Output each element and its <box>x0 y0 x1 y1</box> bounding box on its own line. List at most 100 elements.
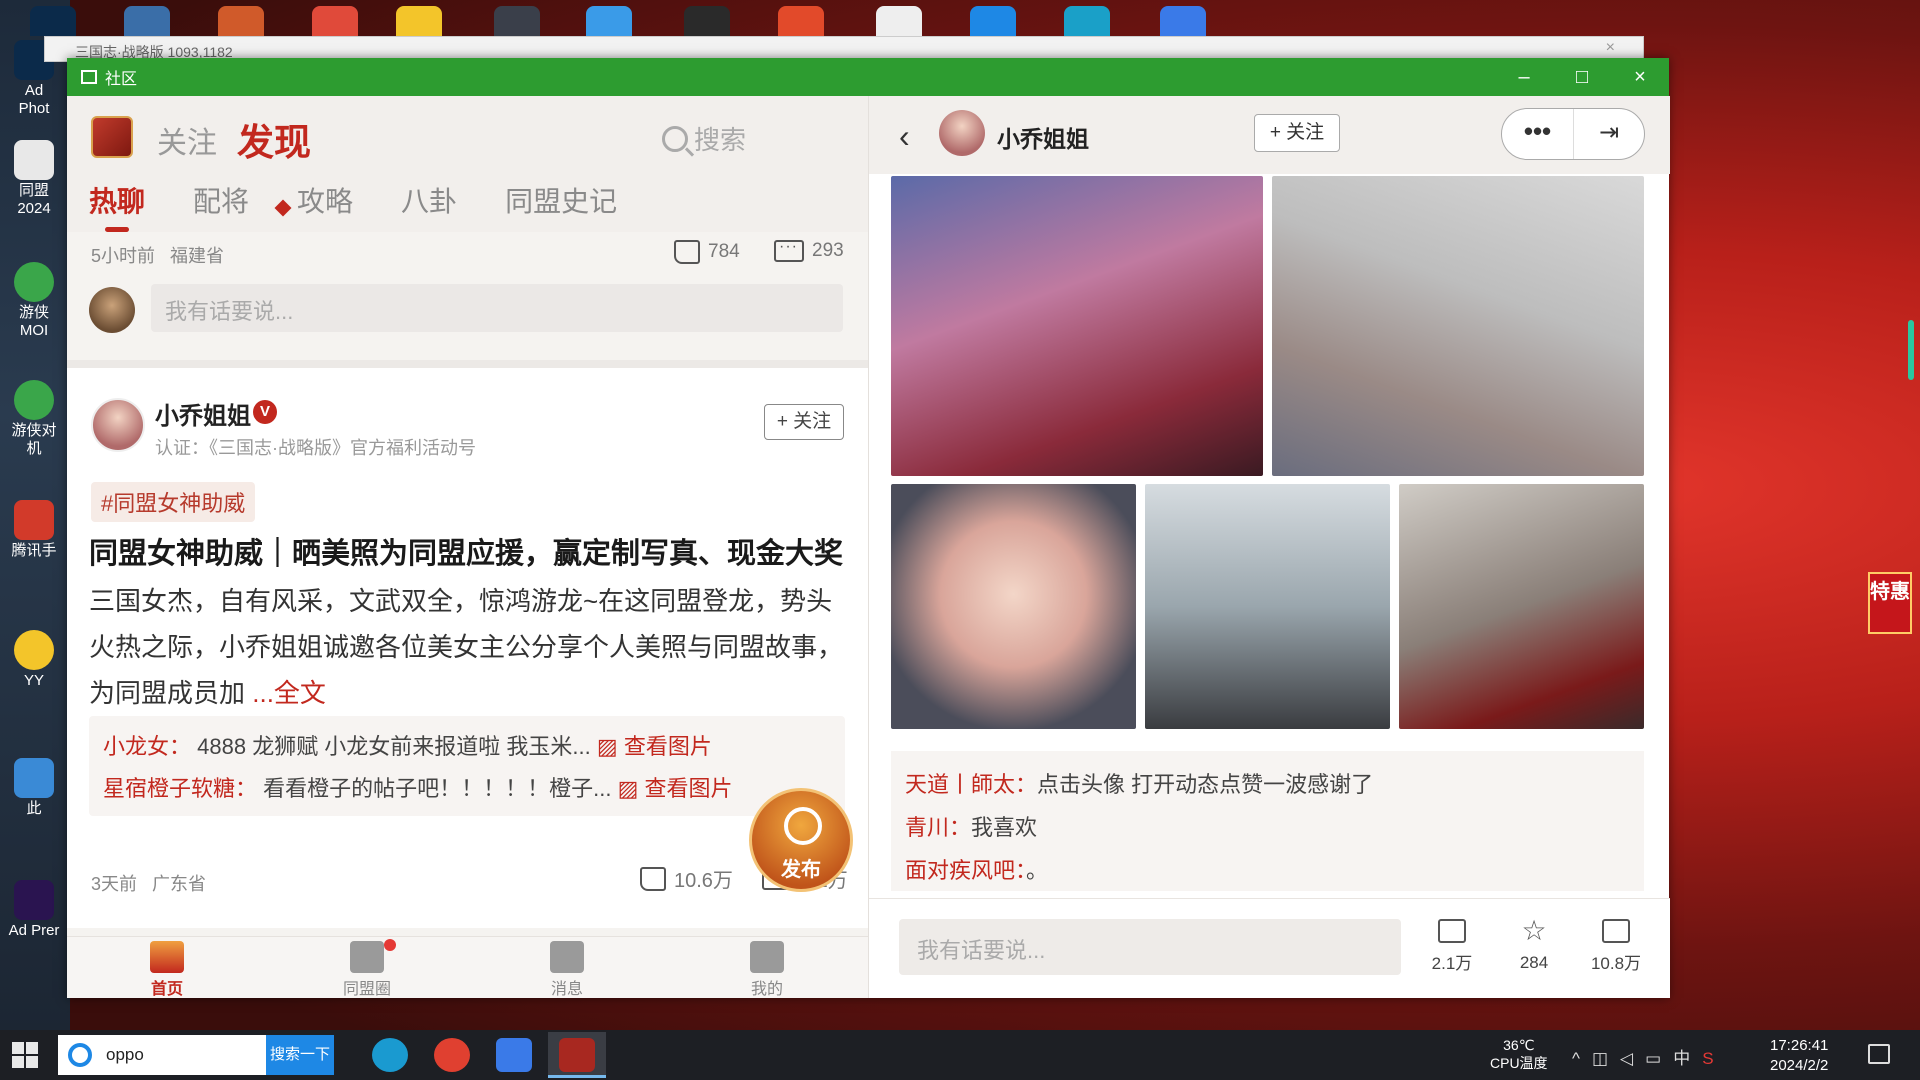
camera-icon[interactable]: ◫ <box>1592 1049 1620 1068</box>
desktop-icon-this-pc[interactable]: 此 <box>8 758 60 818</box>
volume-icon[interactable]: ◁ <box>1620 1049 1645 1068</box>
comment-item[interactable]: 青川：我喜欢 <box>905 806 1630 849</box>
view-image-link[interactable]: 查看图片 <box>624 734 712 759</box>
like-button[interactable]: 10.6万 <box>640 864 733 893</box>
tab-guides[interactable]: 攻略 <box>297 180 353 220</box>
scroll-indicator[interactable] <box>1908 320 1914 380</box>
comment-user[interactable]: 青川： <box>905 815 971 840</box>
author-name[interactable]: 小乔姐姐 <box>997 120 1089 154</box>
taskbar-active-app[interactable] <box>548 1032 606 1078</box>
close-icon[interactable]: × <box>1606 39 1615 57</box>
nav-home[interactable]: 首页 <box>67 937 267 998</box>
desktop-icon-alliance[interactable]: 同盟 2024 <box>8 140 60 218</box>
comment-item[interactable]: 面对疾风吧：。 <box>905 849 1630 892</box>
post-photo[interactable] <box>891 484 1136 729</box>
favorite-button[interactable]: ☆ 284 <box>1499 917 1569 973</box>
app-icon[interactable] <box>876 6 922 36</box>
comment-button[interactable]: 293 <box>774 238 844 262</box>
post-title[interactable]: 同盟女神助威｜晒美照为同盟应援，赢定制写真、现金大奖 <box>89 530 843 572</box>
tab-gossip[interactable]: 八卦 <box>401 180 457 220</box>
comment-user[interactable]: 天道丨師太： <box>905 772 1037 797</box>
tab-alliance-history[interactable]: 同盟史记 <box>505 180 617 220</box>
read-more-link[interactable]: ...全文 <box>252 678 326 708</box>
like-button[interactable]: 10.8万 <box>1581 919 1651 974</box>
post-photo[interactable] <box>1145 484 1390 729</box>
nav-me[interactable]: 我的 <box>667 937 867 998</box>
comments-stat-button[interactable]: 2.1万 <box>1417 919 1487 974</box>
tab-follow[interactable]: 关注 <box>157 118 217 162</box>
taskbar-search-input[interactable]: oppo <box>58 1035 266 1075</box>
search-text: oppo <box>106 1045 144 1064</box>
app-icon[interactable] <box>494 6 540 36</box>
close-button[interactable]: × <box>1611 58 1669 96</box>
nav-messages[interactable]: 消息 <box>467 937 667 998</box>
window-titlebar[interactable]: 社区 – □ × <box>67 58 1669 96</box>
publish-button[interactable]: 发布 <box>749 788 853 892</box>
system-tray[interactable]: ^◫◁▭中S <box>1572 1044 1726 1069</box>
author-avatar[interactable] <box>91 398 145 452</box>
app-icon[interactable] <box>1064 6 1110 36</box>
search-button[interactable]: 搜索一下 <box>266 1035 334 1075</box>
post-photo[interactable] <box>891 176 1263 476</box>
search-input[interactable]: 搜索 <box>662 120 746 157</box>
chrome-icon[interactable] <box>434 1038 470 1072</box>
author-avatar[interactable] <box>939 110 985 156</box>
ime-indicator[interactable]: 中 <box>1673 1049 1702 1068</box>
minimize-button[interactable]: – <box>1495 58 1553 96</box>
app-icon[interactable] <box>970 6 1016 36</box>
app-icon[interactable] <box>1160 6 1206 36</box>
app-icon[interactable] <box>124 6 170 36</box>
windows-start-icon[interactable] <box>12 1042 38 1068</box>
comment-preview[interactable]: 小龙女： 4888 龙狮赋 小龙女前来报道啦 我玉米... ▨ 查看图片 <box>103 726 831 768</box>
comment-input[interactable]: 我有话要说... <box>151 284 843 332</box>
comment-item[interactable]: 天道丨師太：点击头像 打开动态点赞一波感谢了 <box>905 763 1630 806</box>
app-icon[interactable] <box>218 6 264 36</box>
comment-preview[interactable]: 星宿橙子软糖： 看看橙子的帖子吧！！！！！橙子... ▨ 查看图片 <box>103 768 831 810</box>
post-photo[interactable] <box>1272 176 1644 476</box>
notification-icon[interactable] <box>1868 1044 1890 1064</box>
app-logo[interactable] <box>91 116 133 158</box>
desktop-icon-youxia-moi[interactable]: 游侠 MOI <box>8 262 60 340</box>
like-button[interactable]: 784 <box>674 240 740 264</box>
post-body[interactable]: 三国女杰，自有风采，文武双全，惊鸿游龙~在这同盟登龙，势头火热之际，小乔姐姐诚邀… <box>89 578 849 716</box>
clock[interactable]: 17:26:41 2024/2/2 <box>1770 1036 1828 1076</box>
more-options-button[interactable]: ••• <box>1502 109 1574 159</box>
avatar[interactable] <box>89 287 135 333</box>
desktop-icon-yy[interactable]: YY <box>8 630 60 690</box>
app-icon[interactable] <box>586 6 632 36</box>
desktop-icon-tencent[interactable]: 腾讯手 <box>8 500 60 560</box>
post-card[interactable]: 小乔姐姐 V 认证：《三国志·战略版》官方福利活动号 + 关注 #同盟女神助威 … <box>67 368 868 928</box>
comment-user[interactable]: 小龙女： <box>103 734 191 759</box>
back-arrow-icon[interactable]: ‹ <box>899 118 910 155</box>
desktop-icon-youxia[interactable]: 游侠对 机 <box>8 380 60 458</box>
desktop-icon-premiere[interactable]: Ad Prer <box>8 880 60 940</box>
exit-icon[interactable]: ⇥ <box>1574 109 1644 159</box>
post-photo[interactable] <box>1399 484 1644 729</box>
app-icon[interactable] <box>396 6 442 36</box>
tab-hot[interactable]: 热聊 <box>89 180 145 232</box>
feishu-icon[interactable] <box>496 1038 532 1072</box>
app-icon[interactable] <box>30 6 76 36</box>
post-body-text: 三国女杰，自有风采，文武双全，惊鸿游龙~在这同盟登龙，势头火热之际，小乔姐姐诚邀… <box>89 586 844 708</box>
comment-user[interactable]: 面对疾风吧： <box>905 858 1026 883</box>
edge-icon[interactable] <box>372 1038 408 1072</box>
nav-alliance[interactable]: 同盟圈 <box>267 937 467 998</box>
follow-button[interactable]: + 关注 <box>764 404 844 440</box>
tab-discover[interactable]: 发现 <box>237 112 311 166</box>
maximize-button[interactable]: □ <box>1553 58 1611 96</box>
app-icon[interactable] <box>312 6 358 36</box>
chevron-up-icon[interactable]: ^ <box>1572 1049 1592 1068</box>
network-icon[interactable]: ▭ <box>1645 1049 1673 1068</box>
comment-input[interactable]: 我有话要说... <box>899 919 1401 975</box>
sogou-icon[interactable]: S <box>1702 1049 1725 1068</box>
cpu-temp-label: CPU温度 <box>1490 1055 1548 1071</box>
view-image-link[interactable]: 查看图片 <box>645 776 733 801</box>
promo-badge[interactable]: 特惠 <box>1868 572 1912 634</box>
follow-button[interactable]: + 关注 <box>1254 114 1340 152</box>
topic-tag[interactable]: #同盟女神助威 <box>91 482 256 522</box>
app-icon[interactable] <box>684 6 730 36</box>
app-icon[interactable] <box>778 6 824 36</box>
author-name[interactable]: 小乔姐姐 <box>155 396 251 431</box>
comment-user[interactable]: 星宿橙子软糖： <box>103 776 257 801</box>
tab-generals[interactable]: 配将 <box>193 180 249 220</box>
